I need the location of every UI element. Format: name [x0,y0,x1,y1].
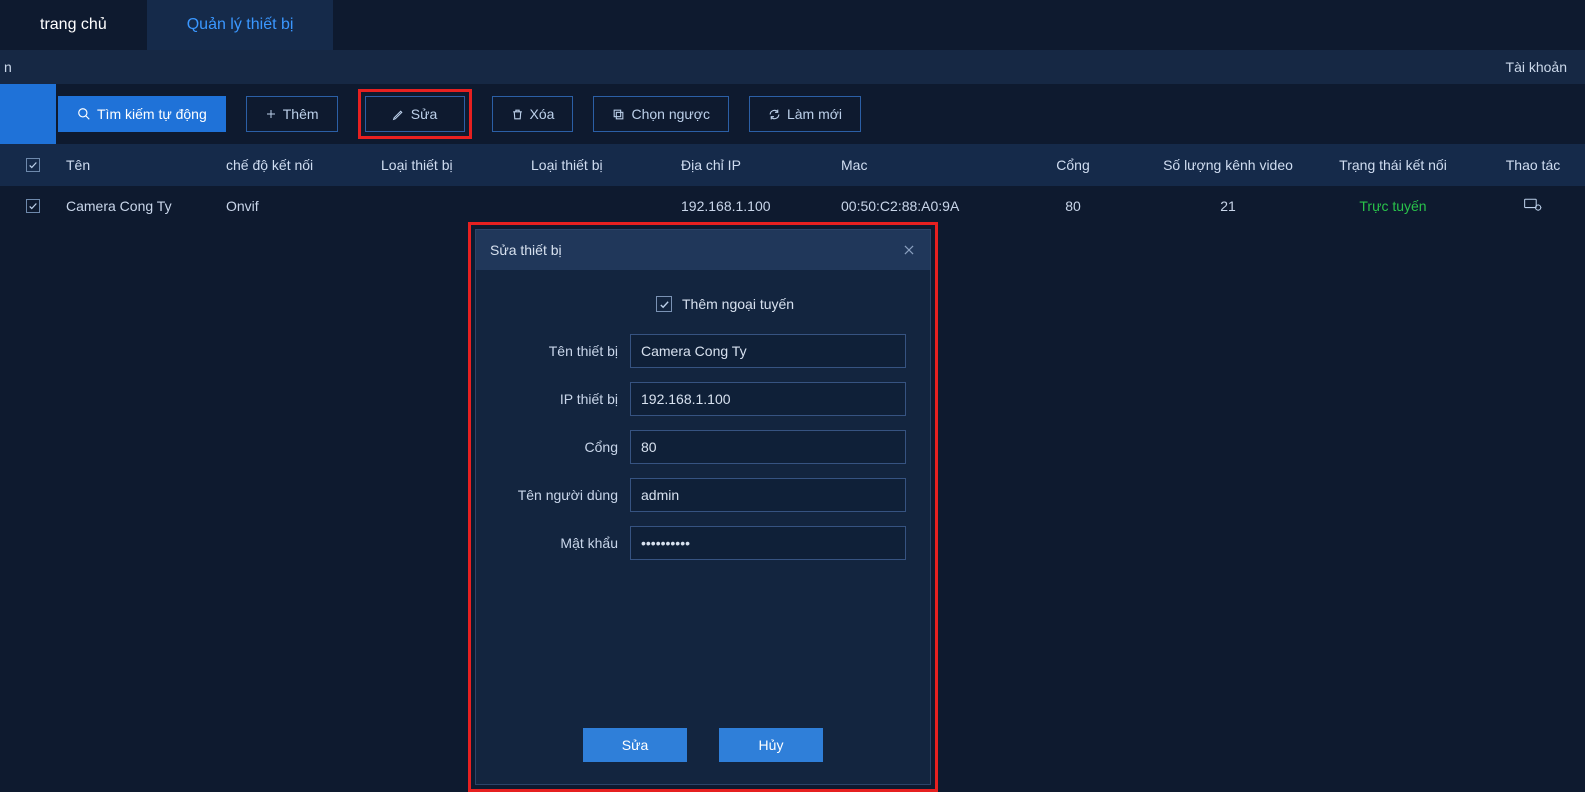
delete-button[interactable]: Xóa [492,96,574,132]
search-icon [77,107,91,121]
form-row-port: Cổng [500,430,906,464]
col-mac: Mac [835,157,995,173]
input-device-name[interactable] [630,334,906,368]
col-dev-type1: Loại thiết bị [375,157,525,173]
cell-port: 80 [995,198,1145,214]
form-row-user: Tên người dùng [500,478,906,512]
account-link[interactable]: Tài khoản [1506,59,1567,75]
label-device-name: Tên thiết bị [500,343,630,359]
col-dev-type2: Loại thiết bị [525,157,675,173]
cell-status: Trực tuyến [1305,198,1475,214]
modal-body: Thêm ngoại tuyến Tên thiết bị IP thiết b… [476,270,930,704]
form-row-pass: Mật khẩu [500,526,906,560]
tab-home[interactable]: trang chủ [0,0,147,50]
refresh-icon [768,108,781,121]
cell-name: Camera Cong Ty [60,198,220,214]
input-username[interactable] [630,478,906,512]
table-row[interactable]: Camera Cong Ty Onvif 192.168.1.100 00:50… [0,186,1585,226]
label-password: Mật khẩu [500,535,630,551]
auto-search-button[interactable]: Tìm kiếm tự động [58,96,226,132]
cell-ip: 192.168.1.100 [675,198,835,214]
form-row-ip: IP thiết bị [500,382,906,416]
trash-icon [511,108,524,121]
label-username: Tên người dùng [500,487,630,503]
invert-icon [612,108,625,121]
invert-label: Chọn ngược [631,106,709,122]
col-conn-mode: chế độ kết nối [220,157,375,173]
col-name: Tên [60,157,220,173]
col-channels: Số lượng kênh video [1145,157,1305,173]
refresh-label: Làm mới [787,106,842,122]
plus-icon [265,108,277,120]
edit-device-modal-highlight: Sửa thiết bị Thêm ngoại tuyến Tên thiết … [468,222,938,792]
toolbar: Tìm kiếm tự động Thêm Sửa Xóa Chọn ngược… [0,84,1585,144]
edit-button[interactable]: Sửa [365,96,465,132]
row-checkbox[interactable] [26,199,40,213]
offline-checkbox[interactable] [656,296,672,312]
modal-cancel-button[interactable]: Hủy [719,728,823,762]
top-tabs: trang chủ Quản lý thiết bị [0,0,1585,50]
input-port[interactable] [630,430,906,464]
sub-bar: n Tài khoản [0,50,1585,84]
input-device-ip[interactable] [630,382,906,416]
edit-button-highlight: Sửa [358,89,472,139]
invert-selection-button[interactable]: Chọn ngược [593,96,728,132]
cell-mac: 00:50:C2:88:A0:9A [835,198,995,214]
subbar-left: n [4,59,12,75]
modal-ok-button[interactable]: Sửa [583,728,687,762]
header-checkbox-cell [0,158,60,172]
row-checkbox-cell [0,199,60,213]
cell-action [1475,198,1585,215]
auto-search-label: Tìm kiếm tự động [97,106,207,122]
edit-device-modal: Sửa thiết bị Thêm ngoại tuyến Tên thiết … [475,229,931,785]
sidebar-active-strip [0,84,56,144]
form-row-name: Tên thiết bị [500,334,906,368]
col-status: Trạng thái kết nối [1305,157,1475,173]
modal-header: Sửa thiết bị [476,230,930,270]
offline-checkbox-row: Thêm ngoại tuyến [656,296,906,312]
modal-close-button[interactable] [902,243,916,257]
input-password[interactable] [630,526,906,560]
pencil-icon [392,108,405,121]
col-port: Cổng [995,157,1145,173]
offline-checkbox-label: Thêm ngoại tuyến [682,296,794,312]
refresh-button[interactable]: Làm mới [749,96,861,132]
tab-device-management[interactable]: Quản lý thiết bị [147,0,334,50]
edit-label: Sửa [411,106,438,122]
add-label: Thêm [283,106,319,122]
modal-footer: Sửa Hủy [476,704,930,784]
label-port: Cổng [500,439,630,455]
cell-channels: 21 [1145,198,1305,214]
col-action: Thao tác [1475,157,1585,173]
col-ip: Địa chỉ IP [675,157,835,173]
table-header: Tên chế độ kết nối Loại thiết bị Loại th… [0,144,1585,186]
close-icon [902,243,916,257]
row-settings-icon[interactable] [1524,198,1542,212]
add-button[interactable]: Thêm [246,96,338,132]
cell-conn-mode: Onvif [220,198,375,214]
modal-title: Sửa thiết bị [490,242,562,258]
label-device-ip: IP thiết bị [500,391,630,407]
select-all-checkbox[interactable] [26,158,40,172]
delete-label: Xóa [530,106,555,122]
